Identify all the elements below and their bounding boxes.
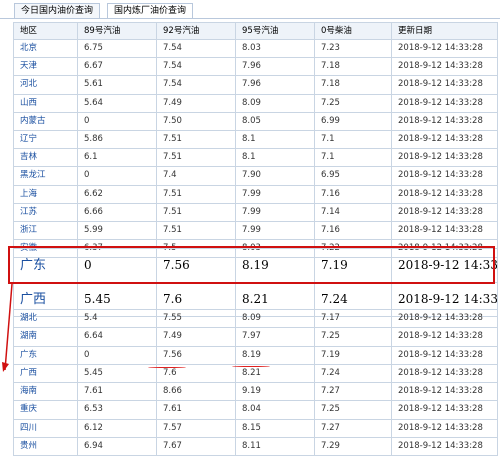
underline-92 [148, 367, 186, 368]
arrow-head-icon [2, 362, 9, 372]
underline-95 [232, 366, 270, 367]
annotation-arrow [2, 283, 13, 372]
